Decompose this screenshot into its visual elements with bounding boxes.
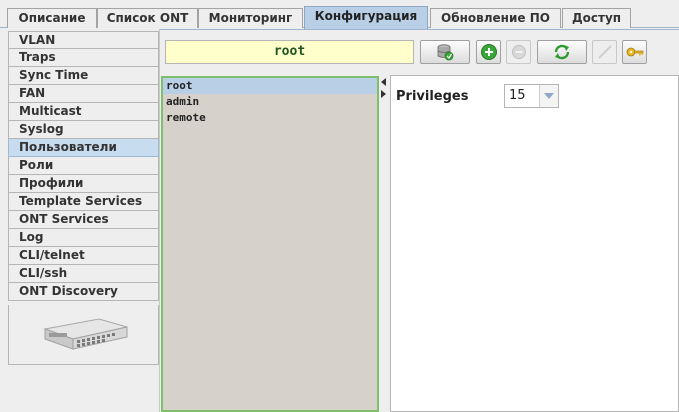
add-icon	[480, 44, 497, 60]
toolbar-divider	[160, 29, 679, 33]
sidebar-item-users[interactable]: Пользователи	[8, 139, 159, 157]
tab-configuration[interactable]: Конфигурация	[304, 6, 428, 29]
tab-description[interactable]: Описание	[7, 8, 97, 28]
sidebar-item-multicast[interactable]: Multicast	[8, 103, 159, 121]
list-item[interactable]: remote	[163, 110, 377, 126]
list-item[interactable]: root	[163, 78, 377, 94]
sidebar-item-cli-telnet[interactable]: CLI/telnet	[8, 247, 159, 265]
sidebar-item-ont-discovery[interactable]: ONT Discovery	[8, 283, 159, 301]
olt-device-icon	[43, 318, 128, 350]
tab-monitoring[interactable]: Мониторинг	[198, 8, 303, 28]
user-name-field[interactable]: root	[165, 40, 414, 64]
list-item[interactable]: admin	[163, 94, 377, 110]
privileges-select[interactable]: 15	[504, 84, 559, 108]
remove-user-button[interactable]	[506, 40, 531, 64]
edit-icon	[597, 45, 612, 59]
sidebar-item-sync-time[interactable]: Sync Time	[8, 67, 159, 85]
privileges-value: 15	[509, 88, 526, 103]
dropdown-button[interactable]	[539, 85, 558, 107]
save-to-db-button[interactable]	[420, 40, 470, 64]
sidebar-item-traps[interactable]: Traps	[8, 49, 159, 67]
refresh-button[interactable]	[537, 40, 587, 64]
password-key-button[interactable]	[622, 40, 647, 64]
edit-button[interactable]	[592, 40, 617, 64]
sidebar-item-log[interactable]: Log	[8, 229, 159, 247]
users-config-panel: root root admin remote Privileges 15	[160, 29, 679, 412]
sidebar-item-vlan[interactable]: VLAN	[8, 31, 159, 49]
panel-splitter[interactable]	[379, 76, 390, 412]
device-image-panel	[8, 305, 159, 365]
user-list[interactable]: root admin remote	[161, 76, 379, 412]
config-sidebar: VLAN Traps Sync Time FAN Multicast Syslo…	[0, 29, 160, 412]
sidebar-item-syslog[interactable]: Syslog	[8, 121, 159, 139]
tab-firmware-update[interactable]: Обновление ПО	[430, 8, 561, 28]
tab-access[interactable]: Доступ	[562, 8, 631, 28]
add-user-button[interactable]	[476, 40, 501, 64]
sidebar-item-cli-ssh[interactable]: CLI/ssh	[8, 265, 159, 283]
sidebar-item-roles[interactable]: Роли	[8, 157, 159, 175]
key-icon	[626, 47, 643, 57]
chevron-down-icon	[544, 93, 554, 99]
main-tab-bar: Описание Список ONT Мониторинг Конфигура…	[0, 0, 679, 29]
collapse-left-icon[interactable]	[381, 78, 386, 86]
sidebar-item-ont-services[interactable]: ONT Services	[8, 211, 159, 229]
sidebar-item-template-services[interactable]: Template Services	[8, 193, 159, 211]
tab-ont-list[interactable]: Список ONT	[97, 8, 198, 28]
privileges-label: Privileges	[396, 89, 469, 104]
collapse-right-icon[interactable]	[381, 90, 386, 98]
refresh-icon	[554, 44, 570, 60]
remove-icon	[511, 45, 526, 59]
user-details-panel: Privileges 15	[390, 75, 679, 412]
sidebar-item-profiles[interactable]: Профили	[8, 175, 159, 193]
sidebar-item-fan[interactable]: FAN	[8, 85, 159, 103]
database-save-icon	[437, 44, 454, 61]
